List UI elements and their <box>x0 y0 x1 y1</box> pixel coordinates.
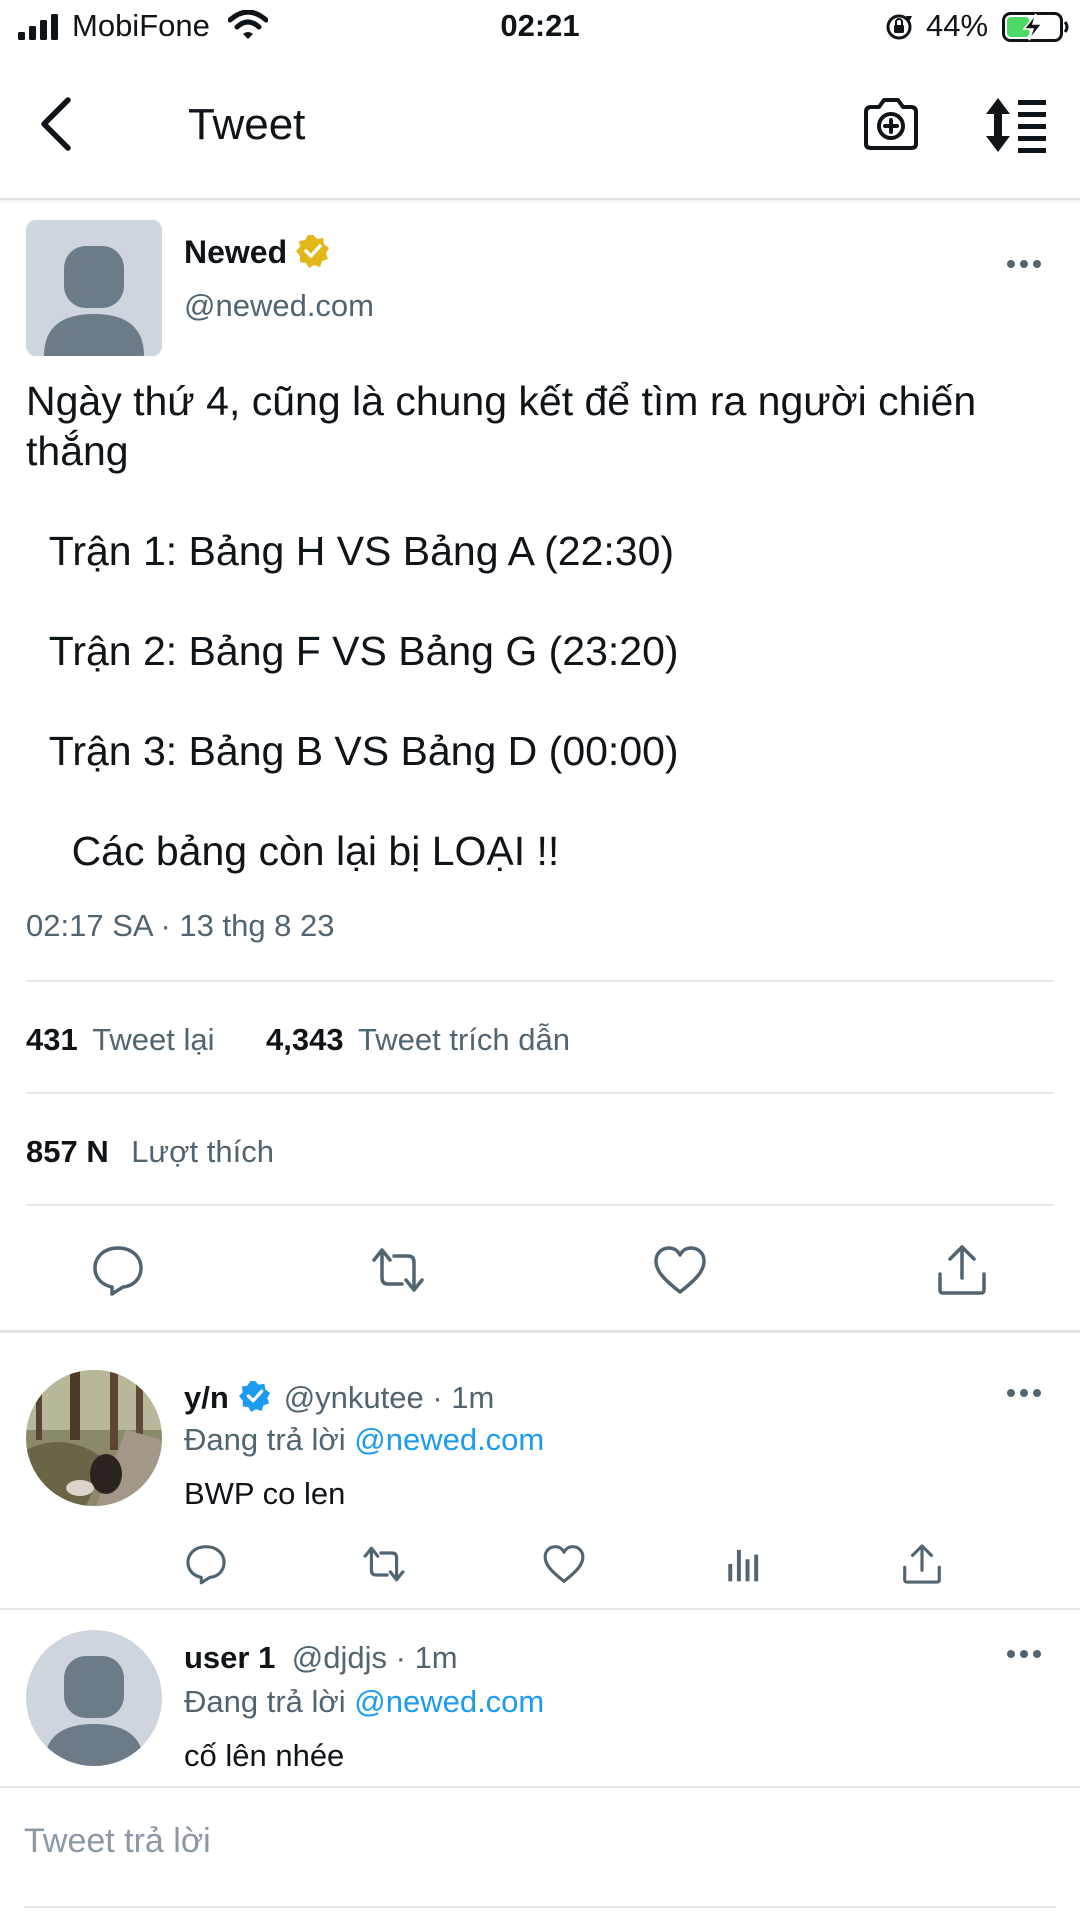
reply-avatar[interactable] <box>26 1370 162 1506</box>
more-options-icon[interactable] <box>1006 1648 1042 1660</box>
back-arrow-icon[interactable] <box>36 94 76 154</box>
retweets-label: Tweet lại <box>92 1022 215 1057</box>
replying-to-link[interactable]: @newed.com <box>354 1422 544 1457</box>
navigation-bar: Tweet <box>0 54 1080 200</box>
author-name[interactable]: Newed <box>184 234 287 271</box>
share-icon[interactable] <box>934 1242 990 1298</box>
replying-to-link[interactable]: @newed.com <box>354 1684 544 1719</box>
replying-to-prefix: Đang trả lời <box>184 1422 346 1457</box>
composer-underline <box>24 1906 1056 1908</box>
page-title: Tweet <box>188 100 306 149</box>
like-heart-icon[interactable] <box>652 1242 708 1298</box>
section-separator <box>0 1330 1080 1333</box>
tweet-timestamp: 02:17 SA · 13 thg 8 23 <box>26 908 335 943</box>
more-options-icon[interactable] <box>1006 1387 1042 1399</box>
like-heart-icon[interactable] <box>542 1542 586 1586</box>
reply-author-name[interactable]: y/n <box>184 1380 229 1415</box>
reply-handle-time: @djdjs · 1m <box>291 1640 458 1675</box>
default-avatar-icon <box>26 220 162 356</box>
tweet-text: Ngày thứ 4, cũng là chung kết để tìm ra … <box>26 378 977 874</box>
orientation-lock-icon <box>886 14 912 40</box>
reply-text: BWP co len <box>184 1476 346 1511</box>
reply-icon[interactable] <box>90 1242 146 1298</box>
likes-label: Lượt thích <box>131 1134 274 1169</box>
likes-stat[interactable]: 857 N Lượt thích <box>26 1134 274 1170</box>
status-bar: MobiFone 02:21 44% <box>0 0 1080 54</box>
share-icon[interactable] <box>900 1542 944 1586</box>
verified-badge-icon <box>239 1380 271 1412</box>
battery-percentage: 44% <box>926 8 989 43</box>
sort-order-icon[interactable] <box>984 96 1048 154</box>
reply-avatar[interactable] <box>26 1630 162 1766</box>
retweets-stat[interactable]: 431 Tweet lại <box>26 1022 215 1058</box>
verified-badge-icon <box>296 235 329 268</box>
battery-charging-icon <box>1002 12 1069 42</box>
retweet-icon[interactable] <box>370 1242 426 1298</box>
reply-text: cố lên nhée <box>184 1738 345 1773</box>
replying-to-prefix: Đang trả lời <box>184 1684 346 1719</box>
replying-to: Đang trả lời @newed.com <box>184 1684 544 1720</box>
divider <box>26 1204 1054 1206</box>
quotes-label: Tweet trích dẫn <box>358 1022 570 1057</box>
photo-avatar-icon <box>26 1370 162 1506</box>
quotes-count: 4,343 <box>266 1022 344 1057</box>
camera-icon[interactable] <box>862 96 920 152</box>
retweet-icon[interactable] <box>362 1542 406 1586</box>
reply-author-name[interactable]: user 1 <box>184 1640 275 1675</box>
analytics-icon[interactable] <box>722 1542 766 1586</box>
author-avatar[interactable] <box>26 220 162 356</box>
default-avatar-icon <box>26 1630 162 1766</box>
section-separator <box>0 1786 1080 1788</box>
reply-composer-input[interactable]: Tweet trả lời <box>24 1822 211 1861</box>
retweets-count: 431 <box>26 1022 78 1057</box>
quotes-stat[interactable]: 4,343 Tweet trích dẫn <box>266 1022 570 1058</box>
status-time: 02:21 <box>500 8 580 43</box>
likes-count: 857 N <box>26 1134 109 1169</box>
section-separator <box>0 1608 1080 1610</box>
reply-header: user 1 @djdjs · 1m <box>184 1640 458 1676</box>
author-handle[interactable]: @newed.com <box>184 288 374 324</box>
more-options-icon[interactable] <box>1006 258 1042 270</box>
reply-handle-time: @ynkutee · 1m <box>283 1380 495 1415</box>
reply-icon[interactable] <box>184 1542 228 1586</box>
divider <box>26 1092 1054 1094</box>
replying-to: Đang trả lời @newed.com <box>184 1422 544 1458</box>
divider <box>26 980 1054 982</box>
reply-header: y/n @ynkutee · 1m <box>184 1380 494 1416</box>
